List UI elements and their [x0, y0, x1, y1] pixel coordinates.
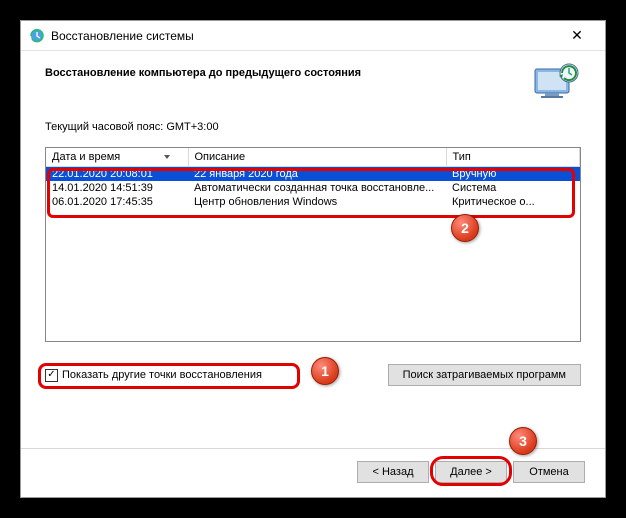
- column-type-label: Тип: [453, 151, 471, 163]
- column-date-label: Дата и время: [52, 151, 120, 163]
- table-cell: Вручную: [446, 167, 580, 182]
- table-cell: 14.01.2020 14:51:39: [46, 181, 188, 195]
- table-row[interactable]: 14.01.2020 14:51:39Автоматически созданн…: [46, 181, 580, 195]
- column-type[interactable]: Тип: [446, 148, 580, 167]
- checkbox-label: Показать другие точки восстановления: [62, 369, 262, 381]
- table-cell: 06.01.2020 17:45:35: [46, 195, 188, 209]
- timezone-label: Текущий часовой пояс: GMT+3:00: [45, 121, 581, 133]
- back-button[interactable]: < Назад: [357, 461, 429, 483]
- close-button[interactable]: ✕: [557, 22, 597, 50]
- annotation-marker-2: 2: [451, 214, 479, 242]
- table-cell: 22 января 2020 года: [188, 167, 446, 182]
- table-cell: Система: [446, 181, 580, 195]
- next-button[interactable]: Далее >: [435, 461, 507, 483]
- system-restore-window: Восстановление системы ✕ Восстановление …: [20, 20, 606, 498]
- footer-buttons: < Назад Далее > Отмена 3: [21, 448, 605, 497]
- column-date[interactable]: Дата и время: [46, 148, 188, 167]
- restore-points-table[interactable]: Дата и время Описание Тип 22.01.2020 20:…: [45, 147, 581, 342]
- table-cell: Автоматически созданная точка восстановл…: [188, 181, 446, 195]
- scan-affected-button[interactable]: Поиск затрагиваемых программ: [388, 364, 581, 386]
- page-heading: Восстановление компьютера до предыдущего…: [45, 63, 533, 79]
- table-row[interactable]: 06.01.2020 17:45:35Центр обновления Wind…: [46, 195, 580, 209]
- header: Восстановление компьютера до предыдущего…: [21, 51, 605, 113]
- show-more-points-checkbox[interactable]: ✓ Показать другие точки восстановления: [45, 369, 262, 382]
- options-row: ✓ Показать другие точки восстановления 1…: [45, 364, 581, 386]
- table-cell: Критическое о...: [446, 195, 580, 209]
- cancel-button[interactable]: Отмена: [513, 461, 585, 483]
- table-cell: Центр обновления Windows: [188, 195, 446, 209]
- checkbox-icon: ✓: [45, 369, 58, 382]
- annotation-marker-1: 1: [311, 357, 339, 385]
- titlebar: Восстановление системы ✕: [21, 21, 605, 51]
- close-icon: ✕: [571, 27, 583, 44]
- body: Текущий часовой пояс: GMT+3:00 Дата и вр…: [21, 113, 605, 448]
- system-restore-icon: [29, 28, 45, 44]
- column-desc-label: Описание: [195, 151, 246, 163]
- table-row[interactable]: 22.01.2020 20:08:0122 января 2020 годаВр…: [46, 167, 580, 182]
- restore-monitor-icon: [533, 63, 581, 105]
- column-description[interactable]: Описание: [188, 148, 446, 167]
- window-title: Восстановление системы: [51, 29, 194, 43]
- table-cell: 22.01.2020 20:08:01: [46, 167, 188, 182]
